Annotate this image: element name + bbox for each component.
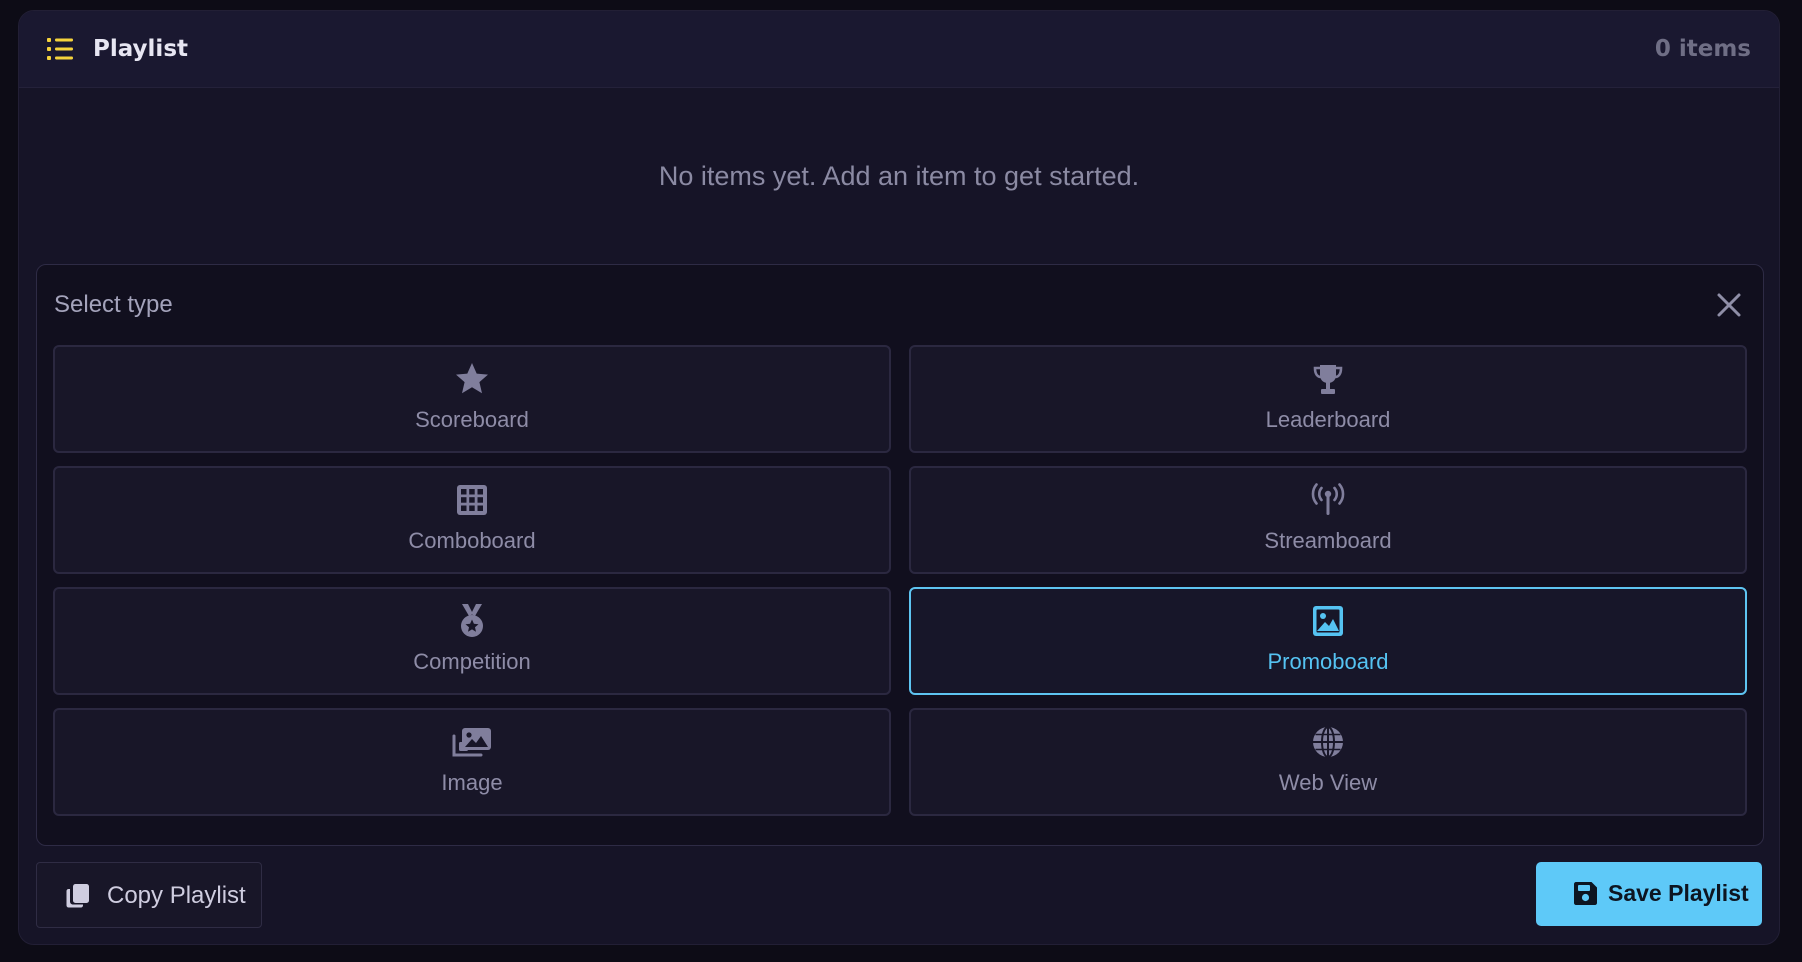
medal-icon — [461, 604, 483, 637]
grid-icon — [457, 485, 487, 515]
type-label: Leaderboard — [1265, 407, 1391, 432]
type-label: Promoboard — [1267, 649, 1389, 674]
type-option-promoboard[interactable]: Promoboard — [909, 587, 1747, 695]
broadcast-tower-icon — [1311, 483, 1345, 515]
save-playlist-label: Save Playlist — [1608, 880, 1749, 906]
type-label: Competition — [413, 649, 531, 674]
type-label: Image — [441, 770, 503, 795]
type-option-web-view[interactable]: Web View — [909, 708, 1747, 816]
type-option-comboboard[interactable]: Comboboard — [53, 466, 891, 574]
copy-playlist-button[interactable]: Copy Playlist — [36, 862, 262, 928]
type-selector: Select type Scoreboard Leaderboard Combo… — [36, 264, 1764, 846]
item-count: 0 items — [1654, 36, 1751, 62]
save-playlist-button[interactable]: Save Playlist — [1536, 862, 1762, 926]
images-icon — [452, 728, 491, 757]
close-icon[interactable] — [1715, 291, 1743, 319]
image-icon — [1313, 606, 1343, 636]
type-label: Streamboard — [1264, 528, 1392, 553]
type-option-competition[interactable]: Competition — [53, 587, 891, 695]
selector-title: Select type — [54, 291, 173, 318]
type-option-streamboard[interactable]: Streamboard — [909, 466, 1747, 574]
playlist-panel: Playlist 0 items No items yet. Add an it… — [18, 10, 1780, 945]
playlist-title: Playlist — [93, 36, 188, 62]
type-label: Scoreboard — [415, 407, 529, 432]
copy-icon — [66, 884, 89, 908]
list-icon — [47, 38, 73, 60]
type-label: Comboboard — [408, 528, 536, 553]
type-grid: Scoreboard Leaderboard Comboboard Stream… — [53, 345, 1747, 816]
empty-state-message: No items yet. Add an item to get started… — [658, 161, 1140, 191]
type-option-leaderboard[interactable]: Leaderboard — [909, 345, 1747, 453]
floppy-disk-icon — [1574, 882, 1597, 905]
type-label: Web View — [1278, 770, 1378, 795]
playlist-header: Playlist 0 items — [19, 11, 1779, 88]
type-option-image[interactable]: Image — [53, 708, 891, 816]
type-option-scoreboard[interactable]: Scoreboard — [53, 345, 891, 453]
trophy-icon — [1313, 365, 1343, 394]
copy-playlist-label: Copy Playlist — [107, 882, 246, 909]
globe-icon — [1313, 726, 1343, 758]
star-icon — [456, 363, 488, 394]
